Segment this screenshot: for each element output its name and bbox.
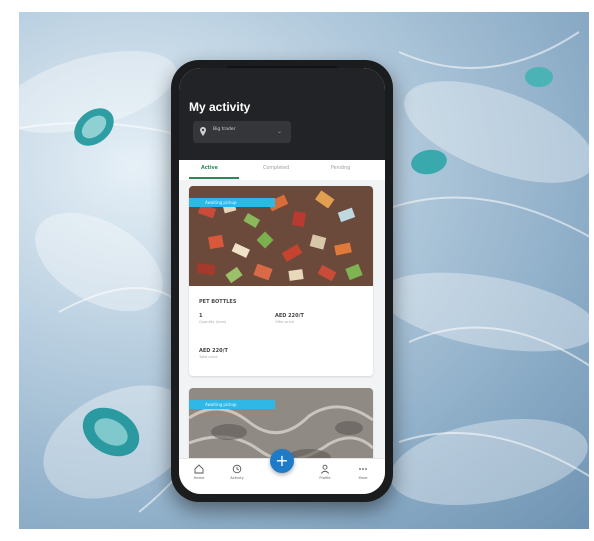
home-icon [194,464,204,474]
profile-icon [320,464,330,474]
price-value: AED 220/T [275,313,304,319]
tab-bar: Active Completed Pending [179,160,385,180]
status-banner: Awaiting pickup [189,198,275,207]
activity-icon [232,464,242,474]
active-tab-indicator [189,177,239,179]
more-icon [359,468,367,470]
product-title: PET BOTTLES [199,299,237,305]
tab-active[interactable]: Active [201,166,218,171]
app-screen: My activity Big trader ⌄ Active Complete… [179,68,385,494]
status-banner: Awaiting pickup [189,400,275,409]
nav-home-label: Home [193,476,205,480]
header: My activity Big trader ⌄ [179,68,385,160]
nav-profile-label: Profile [319,476,331,480]
quantity-value: 1 [199,313,203,319]
price-label: Offer price [275,320,295,324]
selector-label: Big trader [213,127,236,132]
status-banner-text: Awaiting pickup [205,402,237,407]
page-title: My activity [189,100,251,114]
total-value: AED 220/T [199,348,228,354]
nav-home[interactable]: Home [185,464,213,490]
account-selector[interactable]: Big trader ⌄ [193,121,291,143]
add-button[interactable]: + [270,449,294,473]
nav-profile[interactable]: Profile [311,464,339,490]
tab-pending[interactable]: Pending [331,166,350,171]
status-banner-text: Awaiting pickup [205,200,237,205]
nav-activity-label: Activity [230,476,244,480]
tab-completed[interactable]: Completed [263,166,289,171]
phone-mockup: My activity Big trader ⌄ Active Complete… [171,60,393,502]
quantity-label: Quantity (tons) [199,320,227,324]
total-label: Total price [199,355,218,359]
nav-more[interactable]: More [349,464,377,490]
nav-activity[interactable]: Activity [223,464,251,490]
order-card[interactable]: Awaiting pickup PET BOTTLES 1 Quantity (… [189,186,373,376]
location-pin-icon [200,127,206,136]
nav-more-label: More [358,476,368,480]
chevron-down-icon: ⌄ [277,128,283,135]
